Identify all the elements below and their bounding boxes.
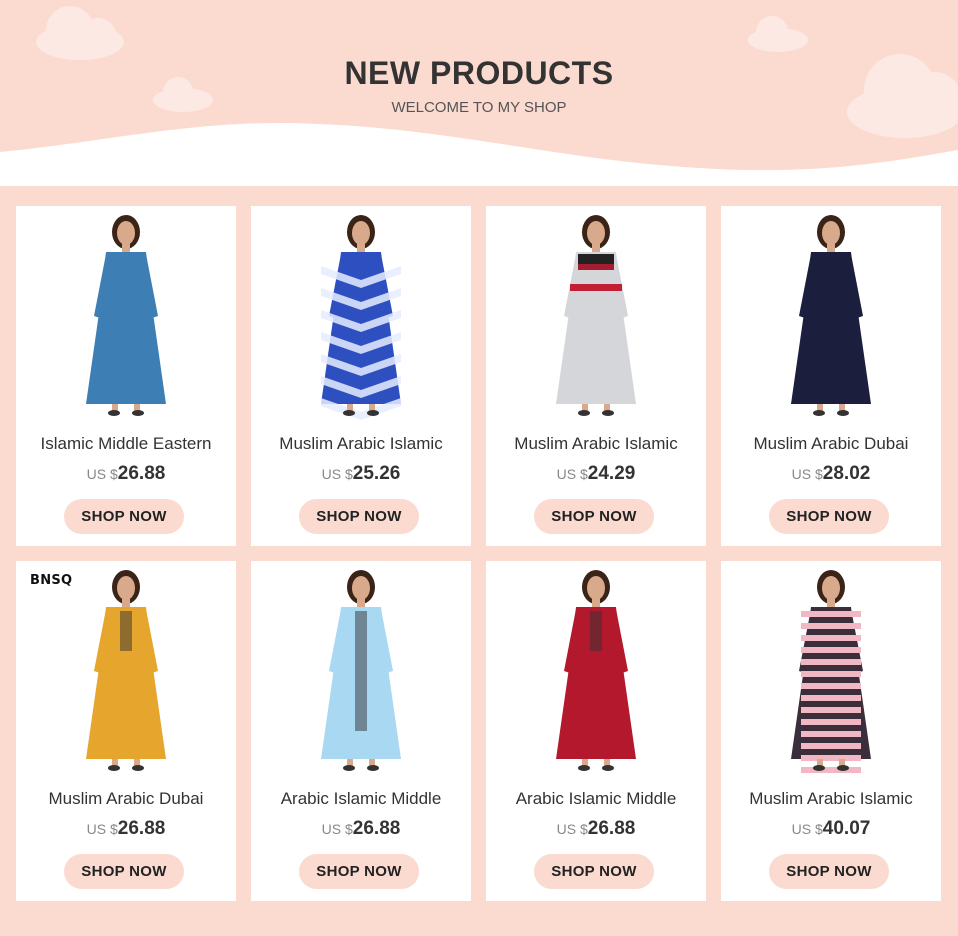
product-name[interactable]: Muslim Arabic Islamic bbox=[721, 789, 941, 809]
shop-now-button[interactable]: SHOP NOW bbox=[769, 499, 889, 534]
shop-now-button[interactable]: SHOP NOW bbox=[534, 854, 654, 889]
product-name[interactable]: Islamic Middle Eastern bbox=[16, 434, 236, 454]
shop-now-button[interactable]: SHOP NOW bbox=[534, 499, 654, 534]
product-price: 26.88 bbox=[352, 818, 401, 839]
price-currency: US $ bbox=[321, 466, 353, 482]
product-image[interactable] bbox=[251, 206, 471, 426]
product-card[interactable]: Muslim Arabic Dubai US $28.02 SHOP NOW bbox=[721, 206, 941, 546]
product-name[interactable]: Arabic Islamic Middle bbox=[251, 789, 471, 809]
product-price-line: US $26.88 bbox=[251, 818, 471, 840]
product-card[interactable]: Arabic Islamic Middle US $26.88 SHOP NOW bbox=[251, 561, 471, 901]
product-card[interactable]: Arabic Islamic Middle US $26.88 SHOP NOW bbox=[486, 561, 706, 901]
product-card[interactable]: Islamic Middle Eastern US $26.88 SHOP NO… bbox=[16, 206, 236, 546]
product-price: 26.88 bbox=[117, 818, 166, 839]
header-banner: NEW PRODUCTS WELCOME TO MY SHOP bbox=[0, 0, 958, 188]
product-name[interactable]: Muslim Arabic Islamic bbox=[486, 434, 706, 454]
product-price-line: US $26.88 bbox=[486, 818, 706, 840]
price-currency: US $ bbox=[556, 821, 588, 837]
shop-now-button[interactable]: SHOP NOW bbox=[299, 854, 419, 889]
price-currency: US $ bbox=[86, 466, 118, 482]
product-card[interactable]: BNSQ Muslim Arabic Dubai US $26.88 SHOP … bbox=[16, 561, 236, 901]
product-image[interactable] bbox=[251, 561, 471, 781]
price-currency: US $ bbox=[556, 466, 588, 482]
product-image[interactable] bbox=[16, 206, 236, 426]
product-image[interactable] bbox=[486, 561, 706, 781]
price-currency: US $ bbox=[791, 821, 823, 837]
product-name[interactable]: Muslim Arabic Dubai bbox=[16, 789, 236, 809]
product-price: 28.02 bbox=[822, 463, 871, 484]
product-name[interactable]: Muslim Arabic Dubai bbox=[721, 434, 941, 454]
product-card[interactable]: Muslim Arabic Islamic US $25.26 SHOP NOW bbox=[251, 206, 471, 546]
product-image[interactable] bbox=[721, 561, 941, 781]
product-price: 40.07 bbox=[822, 818, 871, 839]
product-price: 26.88 bbox=[587, 818, 636, 839]
cloud-icon bbox=[36, 6, 124, 60]
cloud-icon bbox=[748, 16, 808, 52]
product-price-line: US $25.26 bbox=[251, 463, 471, 485]
product-price-line: US $26.88 bbox=[16, 463, 236, 485]
shop-now-button[interactable]: SHOP NOW bbox=[64, 499, 184, 534]
product-image[interactable] bbox=[721, 206, 941, 426]
product-card[interactable]: Muslim Arabic Islamic US $40.07 SHOP NOW bbox=[721, 561, 941, 901]
product-price-line: US $40.07 bbox=[721, 818, 941, 840]
page-title: NEW PRODUCTS bbox=[344, 55, 614, 91]
product-image[interactable] bbox=[16, 561, 236, 781]
product-price-line: US $24.29 bbox=[486, 463, 706, 485]
cloud-wave-decoration bbox=[0, 6, 958, 188]
product-price: 24.29 bbox=[587, 463, 636, 484]
price-currency: US $ bbox=[86, 821, 118, 837]
product-price: 25.26 bbox=[352, 463, 401, 484]
page-subtitle: WELCOME TO MY SHOP bbox=[391, 99, 567, 116]
product-name[interactable]: Arabic Islamic Middle bbox=[486, 789, 706, 809]
shop-now-button[interactable]: SHOP NOW bbox=[299, 499, 419, 534]
price-currency: US $ bbox=[791, 466, 823, 482]
shop-now-button[interactable]: SHOP NOW bbox=[64, 854, 184, 889]
brand-badge: BNSQ bbox=[30, 573, 73, 588]
product-name[interactable]: Muslim Arabic Islamic bbox=[251, 434, 471, 454]
product-image[interactable] bbox=[486, 206, 706, 426]
price-currency: US $ bbox=[321, 821, 353, 837]
product-price-line: US $26.88 bbox=[16, 818, 236, 840]
product-price-line: US $28.02 bbox=[721, 463, 941, 485]
product-card[interactable]: Muslim Arabic Islamic US $24.29 SHOP NOW bbox=[486, 206, 706, 546]
shop-now-button[interactable]: SHOP NOW bbox=[769, 854, 889, 889]
product-price: 26.88 bbox=[117, 463, 166, 484]
